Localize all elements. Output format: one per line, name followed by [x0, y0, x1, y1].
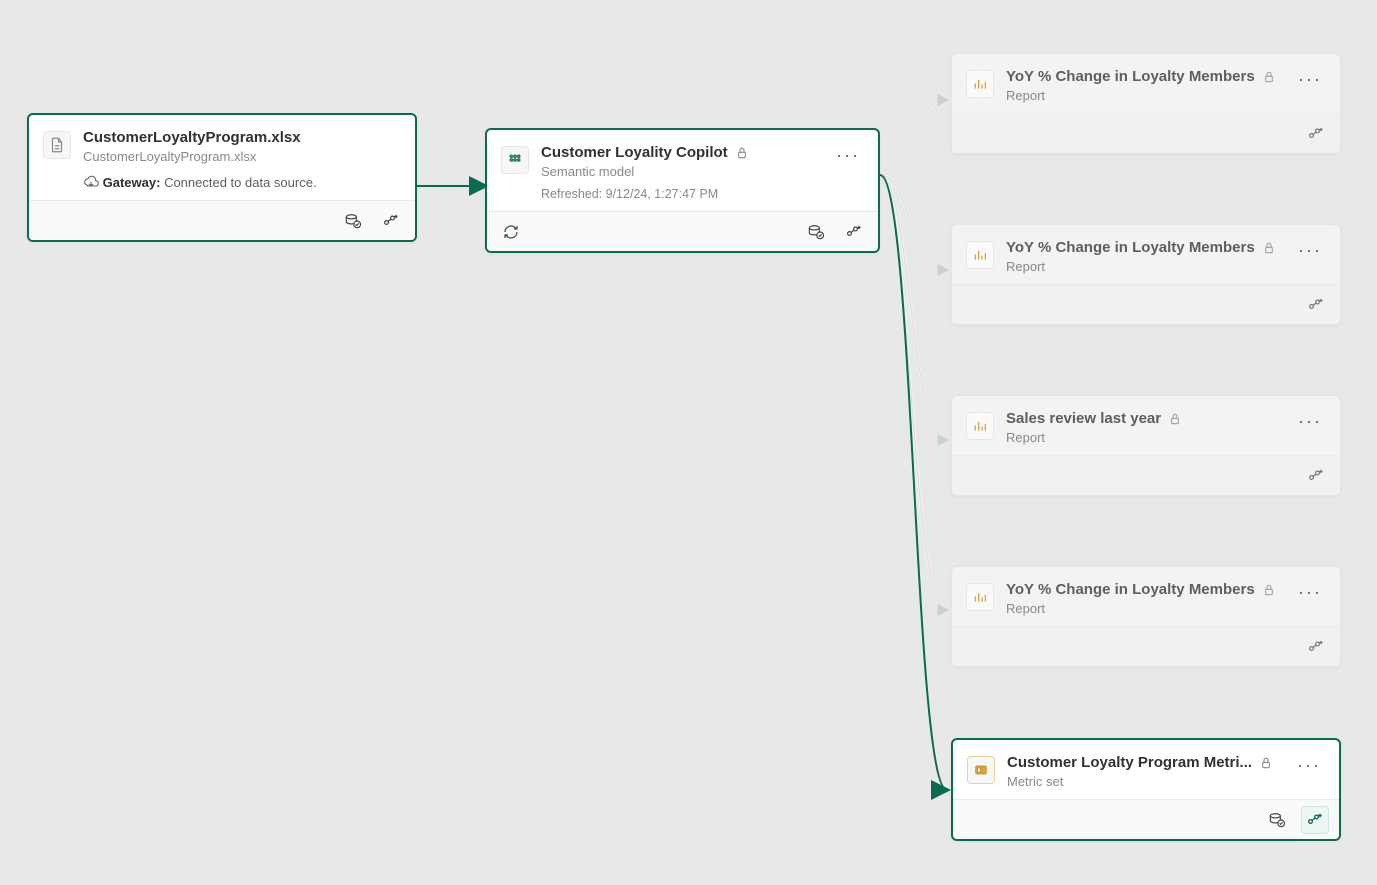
datasource-title: CustomerLoyaltyProgram.xlsx — [83, 129, 401, 146]
card-output-0[interactable]: YoY % Change in Loyalty Members Report ·… — [951, 53, 1341, 154]
card-output-2[interactable]: Sales review last year Report ··· — [951, 395, 1341, 496]
output-lineage-icon[interactable] — [1302, 120, 1330, 148]
metricset-icon — [967, 756, 995, 784]
output-more-button[interactable]: ··· — [1294, 68, 1326, 90]
output-title: Sales review last year — [1006, 410, 1161, 427]
model-lineage-icon[interactable] — [840, 218, 868, 246]
card-output-3[interactable]: YoY % Change in Loyalty Members Report ·… — [951, 566, 1341, 667]
gateway-status-line: Gateway: Connected to data source. — [83, 174, 401, 190]
lock-icon — [1261, 582, 1277, 598]
output-subtitle: Report — [1006, 88, 1282, 103]
output-title: YoY % Change in Loyalty Members — [1006, 581, 1255, 598]
report-icon — [966, 583, 994, 611]
lock-icon — [734, 145, 750, 161]
datasource-lineage-icon[interactable] — [377, 207, 405, 235]
model-settings-icon[interactable] — [802, 218, 830, 246]
output-subtitle: Report — [1006, 259, 1282, 274]
output-lineage-icon[interactable] — [1301, 806, 1329, 834]
lock-icon — [1261, 240, 1277, 256]
card-output-4[interactable]: Customer Loyalty Program Metri... Metric… — [951, 738, 1341, 841]
lock-icon — [1258, 755, 1274, 771]
model-icon — [501, 146, 529, 174]
card-datasource[interactable]: CustomerLoyaltyProgram.xlsx CustomerLoya… — [27, 113, 417, 242]
datasource-subtitle: CustomerLoyaltyProgram.xlsx — [83, 149, 401, 164]
output-lineage-icon[interactable] — [1302, 291, 1330, 319]
refresh-button[interactable] — [497, 218, 525, 246]
report-icon — [966, 412, 994, 440]
lock-icon — [1261, 69, 1277, 85]
model-title: Customer Loyality Copilot — [541, 144, 728, 161]
output-title: Customer Loyalty Program Metri... — [1007, 754, 1252, 771]
output-more-button[interactable]: ··· — [1294, 581, 1326, 603]
datasource-settings-icon[interactable] — [339, 207, 367, 235]
model-subtitle: Semantic model — [541, 164, 820, 179]
file-icon — [43, 131, 71, 159]
output-more-button[interactable]: ··· — [1294, 239, 1326, 261]
card-output-1[interactable]: YoY % Change in Loyalty Members Report ·… — [951, 224, 1341, 325]
output-subtitle: Report — [1006, 601, 1282, 616]
report-icon — [966, 241, 994, 269]
output-more-button[interactable]: ··· — [1293, 754, 1325, 776]
output-lineage-icon[interactable] — [1302, 633, 1330, 661]
model-more-button[interactable]: ··· — [832, 144, 864, 166]
output-lineage-icon[interactable] — [1302, 462, 1330, 490]
lock-icon — [1167, 411, 1183, 427]
output-settings-icon[interactable] — [1263, 806, 1291, 834]
output-more-button[interactable]: ··· — [1294, 410, 1326, 432]
output-subtitle: Metric set — [1007, 774, 1281, 789]
output-subtitle: Report — [1006, 430, 1282, 445]
card-semantic-model[interactable]: Customer Loyality Copilot Semantic model… — [485, 128, 880, 253]
report-icon — [966, 70, 994, 98]
output-title: YoY % Change in Loyalty Members — [1006, 68, 1255, 85]
output-title: YoY % Change in Loyalty Members — [1006, 239, 1255, 256]
model-refreshed: Refreshed: 9/12/24, 1:27:47 PM — [541, 187, 820, 201]
